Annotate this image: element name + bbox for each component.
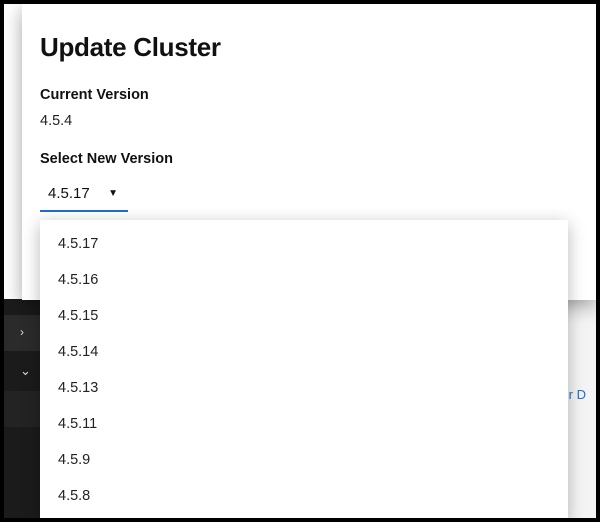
current-version-value: 4.5.4: [40, 113, 566, 129]
caret-down-icon: ▼: [108, 188, 118, 199]
chevron-down-icon: ⌄: [20, 363, 31, 379]
modal-title: Update Cluster: [40, 32, 566, 63]
version-option[interactable]: 4.5.11: [40, 406, 568, 442]
version-option[interactable]: 4.5.9: [40, 442, 568, 478]
window-frame: › ⌄ ager D Update Cluster Current Versio…: [0, 0, 600, 522]
version-option[interactable]: 4.5.16: [40, 262, 568, 298]
version-dropdown-selected: 4.5.17: [48, 185, 90, 202]
version-dropdown-button[interactable]: 4.5.17 ▼: [40, 177, 128, 212]
version-option[interactable]: 4.5.15: [40, 298, 568, 334]
version-option[interactable]: 4.5.14: [40, 334, 568, 370]
version-option[interactable]: 4.5.17: [40, 226, 568, 262]
select-new-version-label: Select New Version: [40, 151, 566, 167]
chevron-right-icon: ›: [20, 325, 24, 339]
version-option[interactable]: 4.5.13: [40, 370, 568, 406]
version-dropdown-menu[interactable]: 4.5.17 4.5.16 4.5.15 4.5.14 4.5.13 4.5.1…: [40, 220, 568, 518]
current-version-label: Current Version: [40, 87, 566, 103]
version-option[interactable]: 4.5.8: [40, 478, 568, 514]
page-backdrop: › ⌄ ager D Update Cluster Current Versio…: [4, 4, 596, 518]
